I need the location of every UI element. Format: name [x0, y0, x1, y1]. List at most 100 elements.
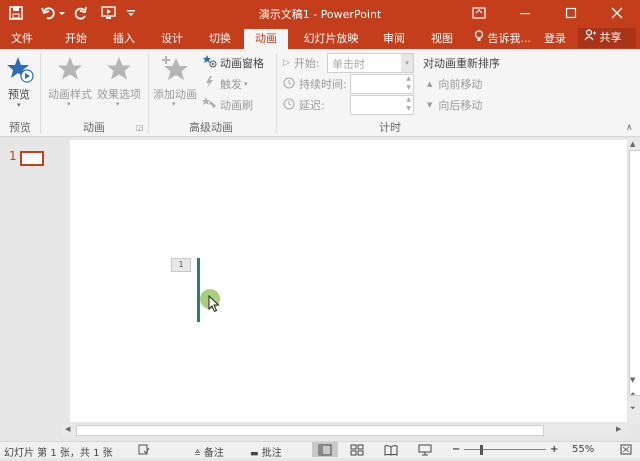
tab-transitions[interactable]: 切换: [200, 29, 240, 49]
group-separator: [276, 53, 277, 133]
zoom-out-icon[interactable]: −: [452, 444, 460, 455]
add-animation-button[interactable]: 添加动画 ▾: [152, 55, 198, 111]
tab-file[interactable]: 文件: [0, 29, 44, 49]
lightbulb-icon: [474, 29, 484, 49]
slide-thumbnail-pane: 1: [0, 138, 62, 441]
ribbon: 预览 ▾ 预览 动画样式 ▾ 效果选项 ▾ 动画 ◲ 添加动画 ▾ 动画窗格 触…: [0, 49, 640, 137]
duration-control: 持续时间:: [283, 76, 347, 92]
animation-painter-button[interactable]: 动画刷: [202, 96, 253, 113]
title-bar: 演示文稿1 - PowerPoint: [0, 0, 640, 26]
fit-slide-icon[interactable]: [620, 444, 632, 458]
duration-spinner[interactable]: ▲ ▼: [350, 74, 414, 94]
chevron-down-icon: ▾: [17, 101, 21, 109]
delay-spinner[interactable]: ▲ ▼: [350, 95, 414, 115]
zoom-in-icon[interactable]: +: [550, 444, 558, 455]
maximize-icon[interactable]: [548, 0, 594, 26]
spellcheck-icon[interactable]: [138, 444, 150, 458]
comment-icon: ▬: [250, 449, 259, 459]
delay-label: 延迟:: [299, 99, 325, 112]
vertical-scrollbar[interactable]: ▲ ▼ ⏶ ⏷: [628, 138, 640, 424]
scroll-right-icon[interactable]: ▶: [616, 425, 621, 433]
mouse-pointer-icon: [208, 294, 220, 316]
start-dropdown[interactable]: 单击时 ▾: [327, 53, 414, 73]
triangle-up-icon: ▲: [427, 80, 433, 88]
spin-up-icon[interactable]: ▲: [406, 96, 411, 103]
thumbnail-number: 1: [9, 149, 17, 163]
horizontal-scrollbar[interactable]: ◀ ▶: [62, 424, 628, 436]
star-icon: [105, 55, 133, 86]
tab-review[interactable]: 审阅: [374, 29, 414, 49]
animation-pane-button[interactable]: 动画窗格: [202, 54, 264, 71]
tell-me-box[interactable]: 告诉我...: [474, 29, 531, 49]
zoom-level[interactable]: 55%: [572, 444, 594, 455]
ribbon-display-options-icon[interactable]: [456, 0, 502, 26]
dialog-launcher-icon[interactable]: ◲: [136, 123, 144, 132]
animation-styles-button[interactable]: 动画样式 ▾: [46, 55, 94, 111]
chevron-down-icon: ▾: [172, 100, 176, 108]
triangle-down-icon: ▼: [427, 101, 433, 109]
login-link[interactable]: 登录: [544, 29, 566, 49]
scroll-up-icon[interactable]: ▲: [630, 140, 635, 148]
clock-icon: [283, 76, 295, 92]
vertical-scroll-thumb[interactable]: [629, 150, 640, 396]
spin-down-icon[interactable]: ▼: [406, 105, 411, 112]
star-icon: [56, 55, 84, 86]
group-animation-label: 动画: [83, 121, 105, 134]
animation-pane-label: 动画窗格: [220, 56, 264, 70]
tab-view[interactable]: 视图: [422, 29, 462, 49]
previous-slide-icon[interactable]: ⏶: [630, 390, 636, 399]
star-preview-icon: [6, 55, 34, 86]
move-later-button[interactable]: ▼ 向后移动: [427, 97, 482, 113]
tab-design[interactable]: 设计: [152, 29, 192, 49]
chevron-down-icon: ▾: [67, 100, 71, 108]
tab-animations[interactable]: 动画: [244, 29, 288, 49]
group-timing-label: 计时: [379, 121, 401, 134]
notes-label: 备注: [203, 448, 224, 459]
chevron-down-icon[interactable]: ▾: [401, 54, 413, 72]
horizontal-scroll-thumb[interactable]: [76, 425, 544, 436]
normal-view-icon[interactable]: [312, 442, 338, 457]
tab-insert[interactable]: 插入: [104, 29, 144, 49]
share-label: 共享: [599, 31, 622, 44]
move-later-label: 向后移动: [438, 99, 483, 112]
start-control: ▷ 开始:: [283, 55, 320, 71]
start-dropdown-value: 单击时: [332, 58, 365, 71]
next-slide-icon[interactable]: ⏷: [630, 404, 636, 413]
lightning-icon: [202, 75, 218, 92]
group-preview-label: 预览: [9, 121, 31, 134]
person-add-icon: [584, 28, 596, 48]
preview-button[interactable]: 预览 ▾: [4, 55, 34, 109]
start-label: 开始:: [293, 57, 320, 70]
slide-thumbnail[interactable]: [20, 151, 44, 166]
spin-up-icon[interactable]: ▲: [406, 75, 411, 82]
clock-icon: [283, 97, 295, 113]
animation-painter-label: 动画刷: [220, 98, 253, 112]
tab-slideshow[interactable]: 幻灯片放映: [296, 29, 366, 49]
chevron-down-icon: ▾: [116, 100, 120, 108]
group-separator: [40, 53, 41, 133]
tab-home[interactable]: 开始: [56, 29, 96, 49]
spin-down-icon[interactable]: ▼: [406, 84, 411, 91]
status-bar: 幻灯片 第 1 张，共 1 张 ≜ 备注 ▬ 批注 − + 55%: [0, 441, 640, 459]
effect-options-button[interactable]: 效果选项 ▾: [95, 55, 143, 111]
trigger-button[interactable]: 触发 ▾: [202, 75, 248, 92]
scroll-left-icon[interactable]: ◀: [65, 425, 70, 433]
move-earlier-label: 向前移动: [438, 78, 483, 91]
slide-canvas[interactable]: 1: [70, 140, 627, 422]
group-advanced-animation-label: 高级动画: [189, 121, 233, 134]
trigger-label: 触发: [220, 77, 242, 91]
move-earlier-button[interactable]: ▲ 向前移动: [427, 76, 482, 92]
play-icon: ▷: [283, 58, 290, 68]
zoom-slider-thumb[interactable]: [480, 445, 483, 455]
share-button[interactable]: 共享: [578, 28, 636, 48]
animation-order-tag[interactable]: 1: [171, 258, 191, 272]
comments-label: 批注: [261, 448, 282, 459]
group-separator: [148, 53, 149, 133]
close-icon[interactable]: [594, 0, 640, 26]
zoom-slider[interactable]: [464, 449, 546, 450]
text-cursor-object[interactable]: [197, 258, 200, 322]
scroll-down-icon[interactable]: ▼: [630, 376, 635, 384]
collapse-ribbon-icon[interactable]: ∧: [626, 123, 633, 133]
minimize-icon[interactable]: [502, 0, 548, 26]
animation-pane-icon: [202, 54, 218, 71]
